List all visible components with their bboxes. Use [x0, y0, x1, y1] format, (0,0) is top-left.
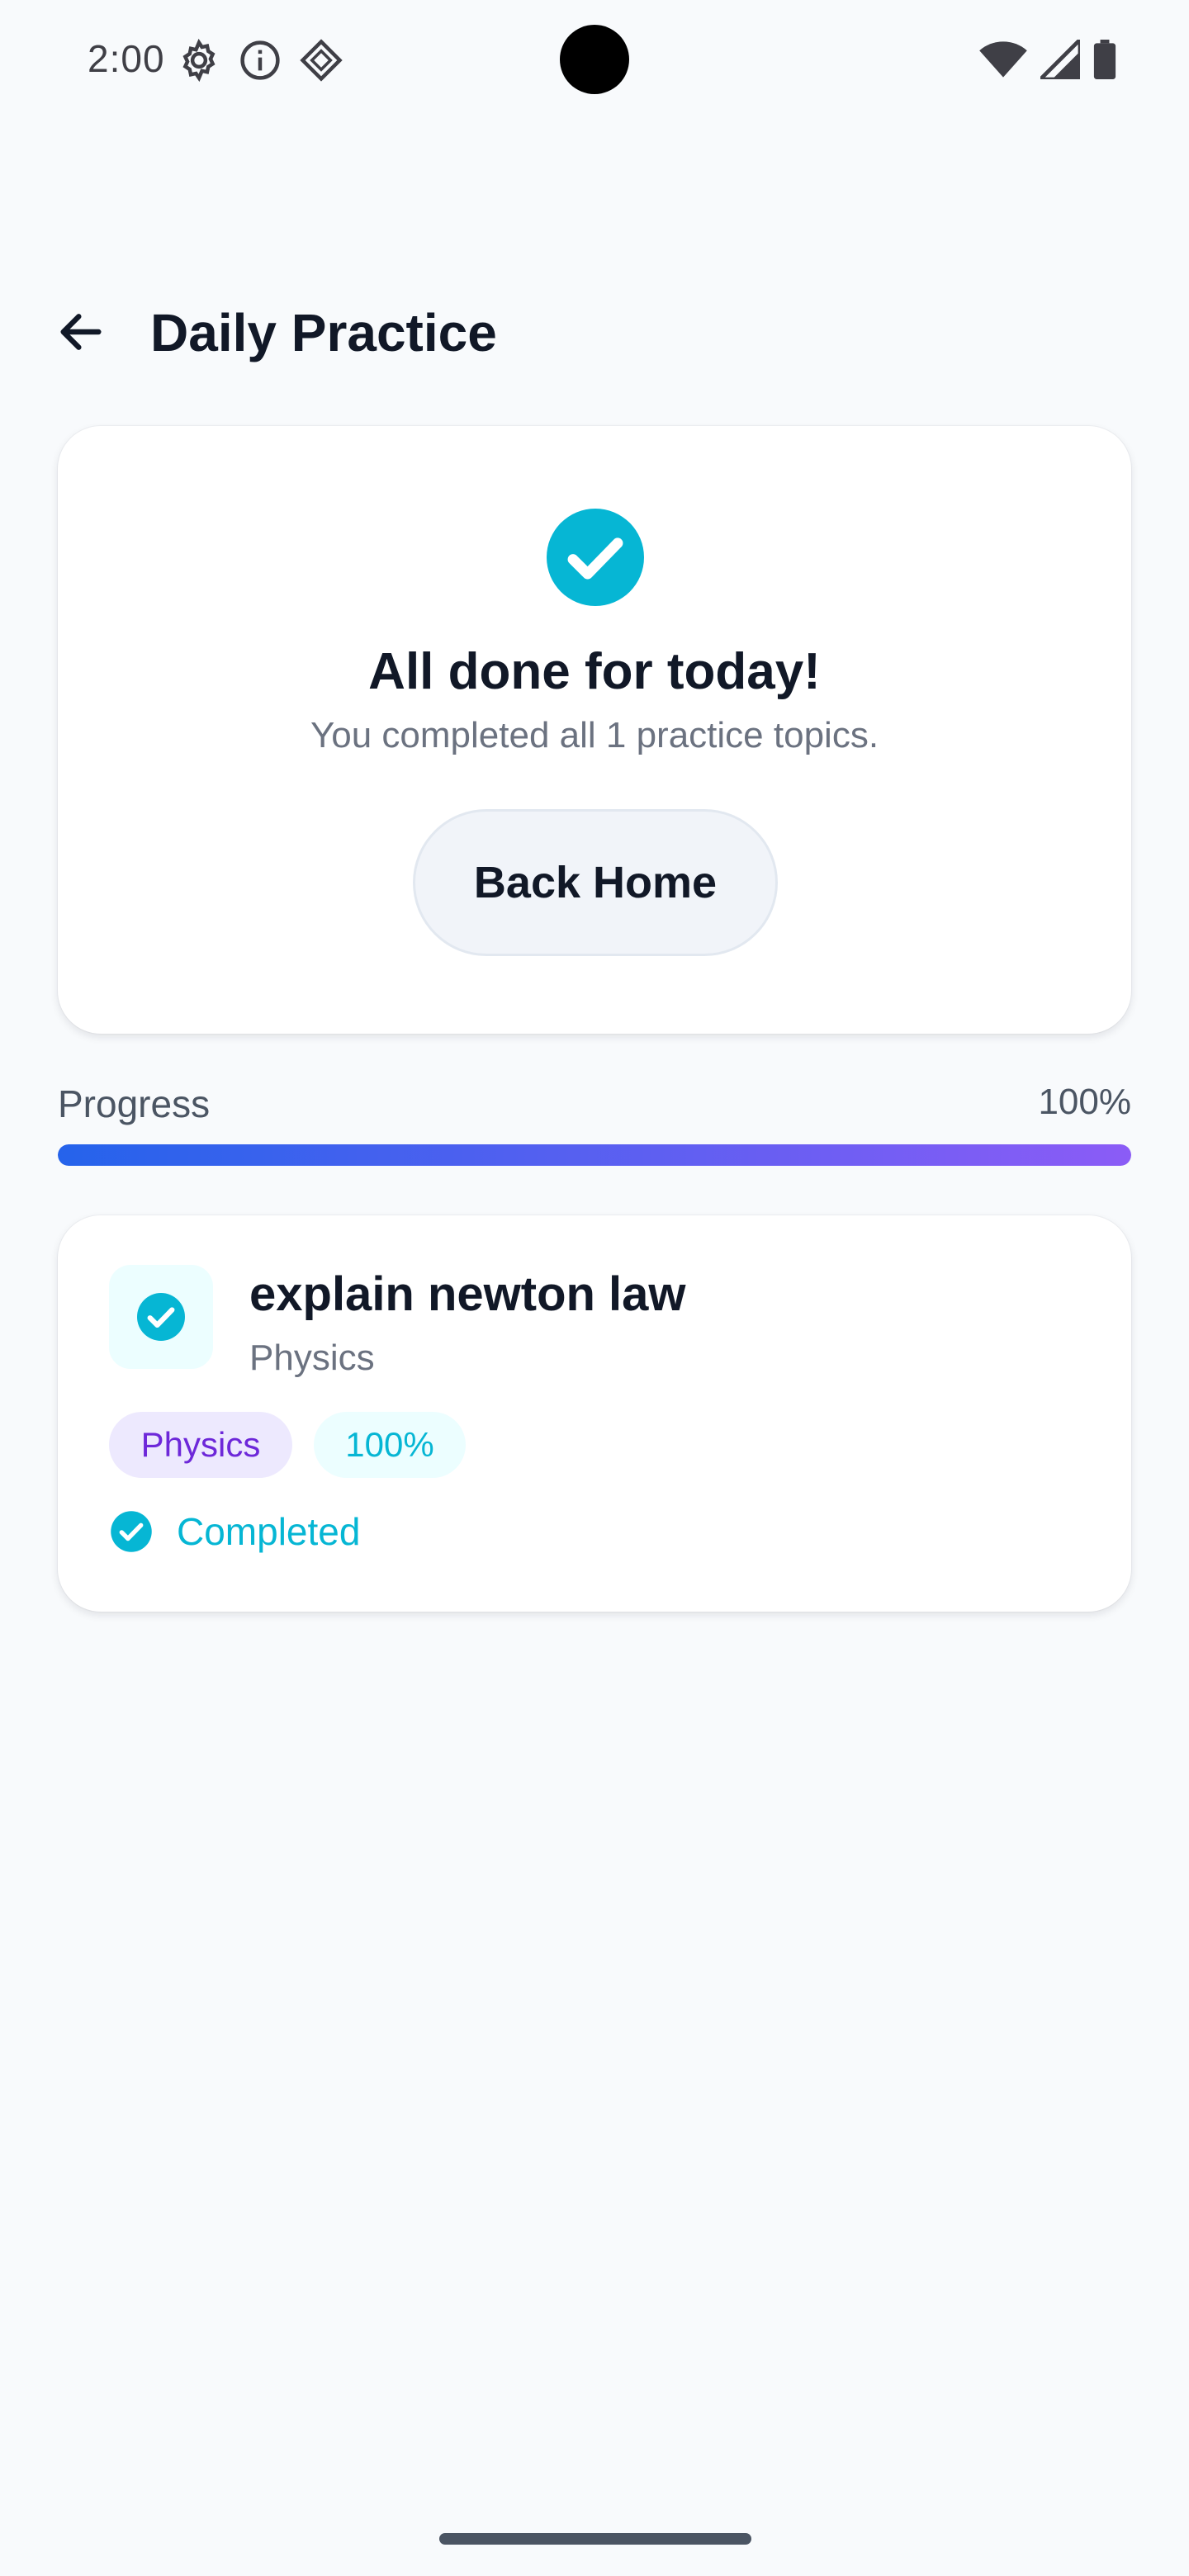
- status-time: 2:00: [88, 37, 165, 80]
- status-icons-right: [979, 40, 1116, 79]
- gear-icon: [182, 38, 216, 83]
- battery-icon: [1093, 40, 1116, 79]
- completion-subtitle: You completed all 1 practice topics.: [310, 715, 879, 755]
- camera-cutout: [560, 25, 629, 94]
- back-home-button[interactable]: Back Home: [413, 809, 778, 956]
- topic-status: Completed: [109, 1509, 360, 1554]
- status-text: Completed: [177, 1510, 361, 1553]
- check-circle-icon: [111, 1511, 152, 1552]
- subject-chip: Physics: [109, 1412, 292, 1478]
- topic-title: explain newton law: [249, 1267, 686, 1321]
- topic-card[interactable]: explain newton law Physics Physics 100% …: [58, 1215, 1131, 1612]
- progress-value: 100%: [1038, 1082, 1131, 1122]
- progress-bar: [58, 1144, 1131, 1166]
- home-indicator[interactable]: [439, 2533, 751, 2545]
- progress-fill: [58, 1144, 1131, 1166]
- completion-title: All done for today!: [368, 643, 821, 700]
- completion-card: All done for today! You completed all 1 …: [58, 426, 1131, 1034]
- progress-label: Progress: [58, 1082, 211, 1125]
- topic-icon-box: [109, 1265, 213, 1369]
- arrow-left-icon: [60, 314, 102, 350]
- page-title: Daily Practice: [150, 303, 497, 362]
- topic-subject: Physics: [249, 1338, 375, 1378]
- info-icon: [240, 40, 280, 80]
- back-button[interactable]: [46, 297, 116, 367]
- check-circle-icon: [137, 1293, 185, 1341]
- status-bar: 2:00: [0, 0, 1189, 124]
- signal-icon: [1040, 40, 1080, 79]
- diamond-icon: [300, 39, 343, 82]
- status-icons-left: [177, 38, 343, 83]
- app-header: Daily Practice: [0, 281, 1189, 388]
- wifi-icon: [979, 41, 1027, 78]
- check-circle-icon: [547, 509, 644, 606]
- percent-chip: 100%: [314, 1412, 466, 1478]
